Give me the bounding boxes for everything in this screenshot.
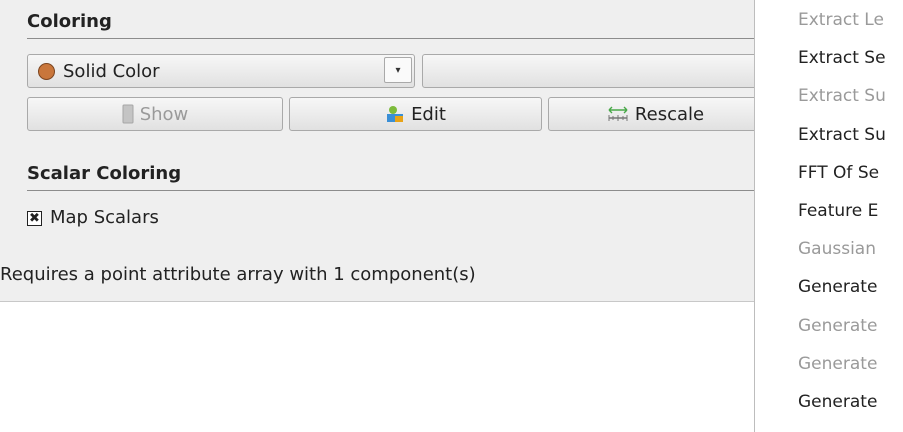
edit-color-map-icon xyxy=(385,104,405,124)
menu-item[interactable]: Generate xyxy=(798,354,877,374)
menu-item[interactable]: Extract Le xyxy=(798,10,884,30)
filters-menu: Extract Le Extract Se Extract Su Extract… xyxy=(754,0,903,432)
scalar-coloring-section-divider xyxy=(27,190,763,191)
rescale-button[interactable]: Rescale xyxy=(548,97,763,131)
menu-item[interactable]: Generate xyxy=(798,316,877,336)
requirement-text: Requires a point attribute array with 1 … xyxy=(0,264,476,285)
coloring-mode-value: Solid Color xyxy=(63,60,160,82)
menu-item[interactable]: Extract Se xyxy=(798,48,886,68)
show-button-label: Show xyxy=(139,103,189,125)
menu-item[interactable]: FFT Of Se xyxy=(798,163,879,183)
coloring-section-title: Coloring xyxy=(27,11,112,32)
coloring-section-divider xyxy=(27,38,763,39)
menu-item[interactable]: Generate xyxy=(798,392,877,412)
chevron-down-icon[interactable]: ▾ xyxy=(384,57,412,83)
color-map-properties-panel: Coloring Solid Color ▾ Show Edit Rescale… xyxy=(0,0,763,302)
menu-item[interactable]: Feature E xyxy=(798,201,878,221)
rescale-button-label: Rescale xyxy=(634,103,705,125)
color-legend-icon xyxy=(122,104,134,124)
map-scalars-checkbox[interactable]: ✖ xyxy=(27,211,42,226)
edit-button[interactable]: Edit xyxy=(289,97,542,131)
menu-item[interactable]: Generate xyxy=(798,277,877,297)
solid-color-swatch-icon xyxy=(38,62,55,80)
menu-item[interactable]: Extract Su xyxy=(798,86,886,106)
menu-item[interactable]: Gaussian xyxy=(798,239,876,259)
coloring-mode-combo[interactable]: Solid Color xyxy=(27,54,415,88)
show-button[interactable]: Show xyxy=(27,97,283,131)
rescale-range-icon xyxy=(607,105,629,123)
map-scalars-label: Map Scalars xyxy=(50,207,159,228)
component-combo[interactable] xyxy=(422,54,763,88)
menu-item[interactable]: Extract Su xyxy=(798,125,886,145)
edit-button-label: Edit xyxy=(411,103,446,125)
scalar-coloring-section-title: Scalar Coloring xyxy=(27,163,182,184)
